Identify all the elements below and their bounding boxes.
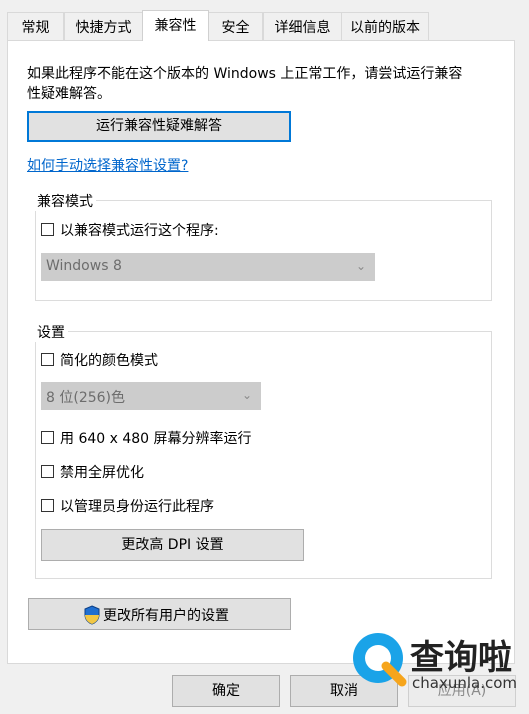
manual-compat-link[interactable]: 如何手动选择兼容性设置?: [27, 155, 188, 175]
run-troubleshooter-button[interactable]: 运行兼容性疑难解答: [27, 111, 291, 142]
fullscreen-opt-checkbox[interactable]: [41, 465, 54, 478]
watermark-domain: chaxunla.com: [412, 674, 517, 692]
tab-security[interactable]: 安全: [208, 12, 263, 40]
watermark: 查询啦 chaxunla.com: [350, 628, 526, 708]
intro-text-line1: 如果此程序不能在这个版本的 Windows 上正常工作，请尝试运行兼容: [27, 66, 463, 82]
reduced-color-label[interactable]: 简化的颜色模式: [60, 350, 158, 370]
tab-shortcut[interactable]: 快捷方式: [64, 12, 143, 40]
tab-details[interactable]: 详细信息: [263, 12, 342, 40]
compat-mode-checkbox[interactable]: [41, 223, 54, 236]
magnifier-logo-icon: [353, 633, 407, 687]
chevron-down-icon: ⌄: [241, 388, 252, 402]
compat-mode-legend: 兼容模式: [34, 191, 96, 211]
tab-compatibility[interactable]: 兼容性: [142, 10, 209, 41]
run-as-admin-label[interactable]: 以管理员身份运行此程序: [60, 496, 214, 516]
res-640-checkbox[interactable]: [41, 431, 54, 444]
shield-icon: [84, 605, 100, 625]
intro-text-line2: 性疑难解答。: [27, 86, 111, 102]
color-mode-value: 8 位(256)色: [46, 390, 126, 406]
compat-mode-group: [35, 200, 492, 301]
tab-previous-versions[interactable]: 以前的版本: [341, 12, 429, 40]
change-all-users-button[interactable]: 更改所有用户的设置: [28, 598, 291, 630]
tab-general[interactable]: 常规: [7, 12, 64, 40]
run-as-admin-checkbox[interactable]: [41, 499, 54, 512]
watermark-brand: 查询啦: [410, 638, 512, 678]
compat-mode-checkbox-label[interactable]: 以兼容模式运行这个程序:: [60, 220, 219, 240]
os-version-select[interactable]: Windows 8 ⌄: [41, 253, 375, 281]
ok-button[interactable]: 确定: [172, 675, 280, 707]
change-all-users-label: 更改所有用户的设置: [103, 608, 229, 624]
fullscreen-opt-label[interactable]: 禁用全屏优化: [60, 462, 144, 482]
change-dpi-button[interactable]: 更改高 DPI 设置: [41, 529, 304, 561]
color-mode-select[interactable]: 8 位(256)色 ⌄: [41, 382, 261, 410]
os-version-value: Windows 8: [46, 258, 122, 274]
reduced-color-checkbox[interactable]: [41, 353, 54, 366]
chevron-down-icon: ⌄: [355, 259, 366, 273]
settings-legend: 设置: [34, 322, 68, 342]
res-640-label[interactable]: 用 640 x 480 屏幕分辨率运行: [60, 428, 252, 448]
